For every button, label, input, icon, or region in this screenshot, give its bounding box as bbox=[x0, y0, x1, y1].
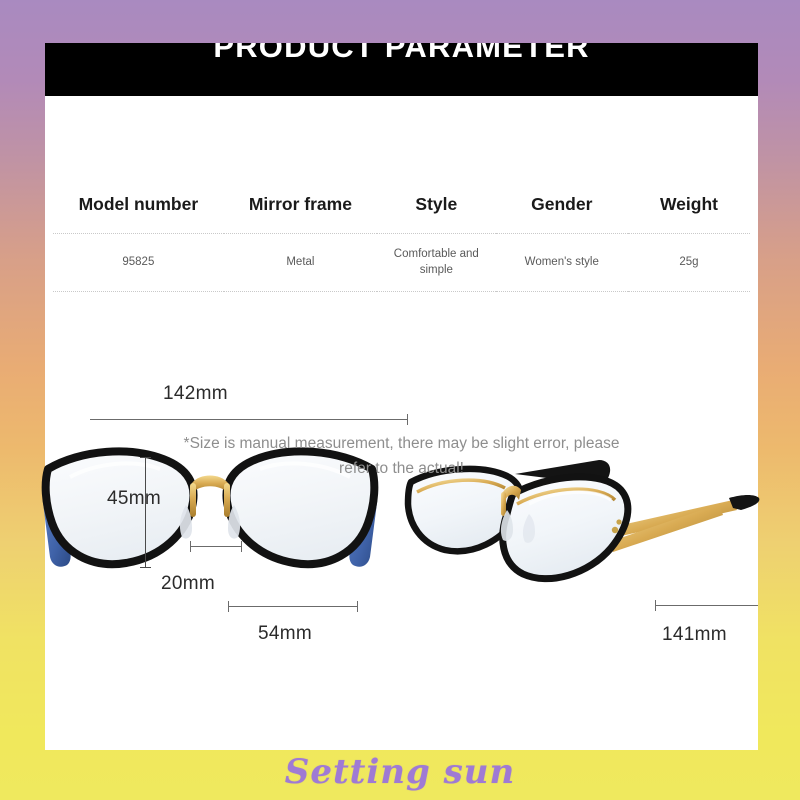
dimension-label-lens-height: 45mm bbox=[107, 488, 161, 509]
product-parameter-card: PRODUCT PARAMETER Model number Mirror fr… bbox=[41, 43, 760, 750]
column-header-mirror-frame: Mirror frame bbox=[223, 182, 378, 234]
table-row: 95825 Metal Comfortable and simple Women… bbox=[53, 233, 750, 293]
column-header-weight: Weight bbox=[627, 182, 750, 234]
dimension-line-temple-length bbox=[655, 605, 758, 606]
column-header-model-number: Model number bbox=[53, 182, 224, 234]
dimension-cap-lens-height-bottom bbox=[140, 567, 151, 568]
dimension-cap-bridge-right bbox=[241, 541, 242, 552]
dimension-label-front-width: 142mm bbox=[163, 383, 228, 404]
cell-gender: Women's style bbox=[495, 233, 628, 293]
hinge-dot-near bbox=[611, 526, 619, 534]
bridge-post-right bbox=[224, 483, 230, 517]
cell-weight: 25g bbox=[627, 233, 750, 293]
page-title: PRODUCT PARAMETER bbox=[213, 43, 590, 64]
product-figure-area: 142mm 45mm 20mm 54mm 141mm bbox=[41, 328, 760, 668]
measurement-disclaimer: *Size is manual measurement, there may b… bbox=[105, 431, 698, 481]
cell-mirror-frame: Metal bbox=[223, 233, 378, 293]
cell-style: Comfortable and simple bbox=[377, 233, 496, 293]
disclaimer-line-1: *Size is manual measurement, there may b… bbox=[183, 435, 620, 452]
spec-table: Model number Mirror frame Style Gender W… bbox=[53, 182, 750, 293]
disclaimer-line-2: refer to the actual! bbox=[339, 460, 464, 478]
dimension-label-lens-width: 54mm bbox=[258, 623, 312, 644]
table-header-row: Model number Mirror frame Style Gender W… bbox=[53, 182, 750, 234]
dimension-label-temple-length: 141mm bbox=[662, 624, 727, 645]
dimension-label-bridge-width: 20mm bbox=[161, 573, 215, 594]
title-banner: PRODUCT PARAMETER bbox=[45, 43, 758, 96]
watermark-text: Setting sun bbox=[284, 752, 516, 792]
temple-tip-far bbox=[729, 495, 760, 510]
cell-model-number: 95825 bbox=[53, 233, 224, 293]
dimension-cap-bridge-left bbox=[190, 541, 191, 552]
dimension-cap-front-width-right bbox=[407, 414, 408, 425]
column-header-gender: Gender bbox=[495, 182, 628, 234]
bridge-post-left bbox=[190, 483, 196, 517]
dimension-line-bridge-width bbox=[190, 546, 242, 547]
dimension-cap-lens-width-right bbox=[357, 601, 358, 612]
dimension-line-lens-width bbox=[228, 606, 358, 607]
hinge-dot-far bbox=[616, 519, 622, 525]
column-header-style: Style bbox=[377, 182, 496, 234]
bridge-post-angle bbox=[501, 492, 506, 516]
dimension-cap-temple-left bbox=[655, 600, 656, 611]
dimension-line-front-width bbox=[90, 419, 408, 420]
spec-table-element: Model number Mirror frame Style Gender W… bbox=[53, 182, 750, 293]
dimension-cap-lens-width-left bbox=[228, 601, 229, 612]
